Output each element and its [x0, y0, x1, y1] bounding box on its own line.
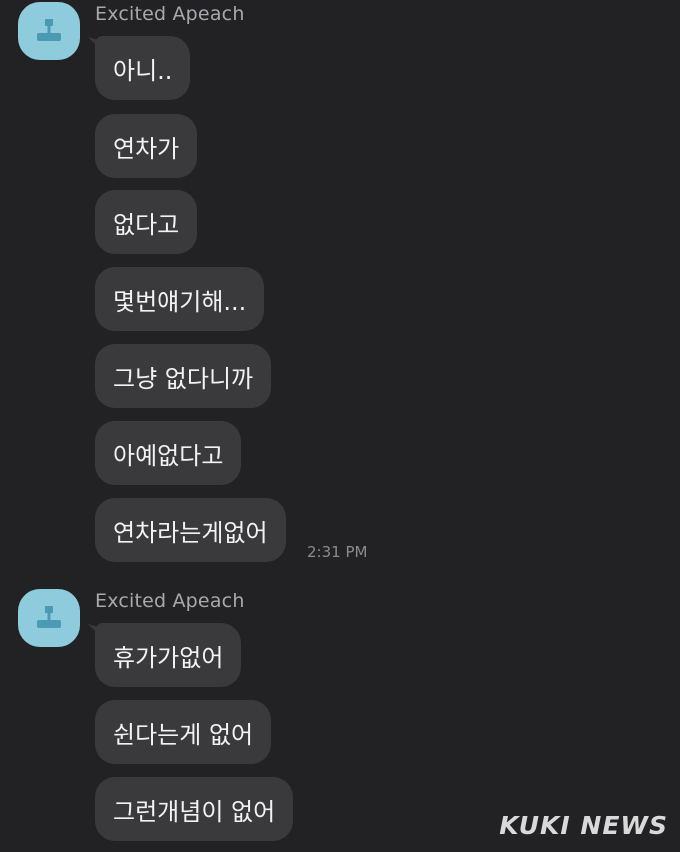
message-bubble[interactable]: 연차라는게없어 [95, 498, 286, 562]
message-bubble[interactable]: 아니.. [95, 36, 191, 100]
message-bubble[interactable]: 없다고 [95, 190, 198, 254]
message-bubble[interactable]: 몇번얘기해... [95, 267, 265, 331]
chat-screen: Excited Apeach 아니.. 연차가 없다고 몇번얘기해... 그냥 … [0, 0, 680, 852]
sender-name: Excited Apeach [95, 3, 245, 25]
apeach-avatar-icon[interactable] [18, 589, 80, 647]
message-timestamp: 2:31 PM [307, 543, 368, 561]
message-bubble[interactable]: 그런개념이 없어 [95, 777, 294, 841]
message-bubble[interactable]: 아예없다고 [95, 421, 242, 485]
message-bubble[interactable]: 쉰다는게 없어 [95, 700, 272, 764]
kuki-news-watermark: KUKI NEWS [499, 811, 668, 840]
message-bubble[interactable]: 그냥 없다니까 [95, 344, 272, 408]
apeach-avatar-icon[interactable] [18, 2, 80, 60]
message-bubble[interactable]: 연차가 [95, 114, 198, 178]
message-bubble[interactable]: 휴가가없어 [95, 623, 242, 687]
sender-name: Excited Apeach [95, 590, 245, 612]
